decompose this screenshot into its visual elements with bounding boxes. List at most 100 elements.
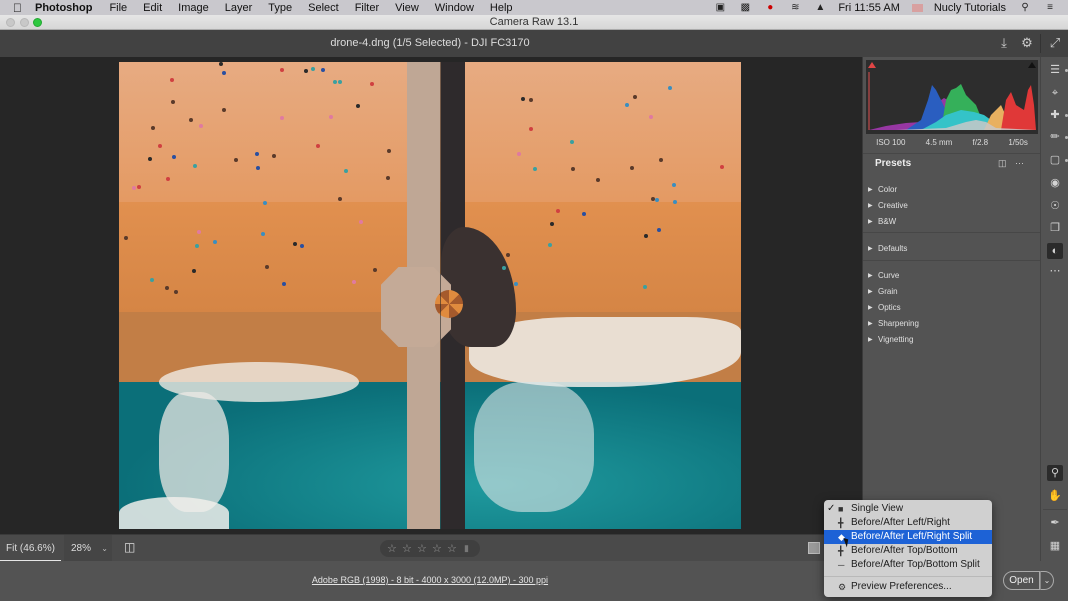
filmstrip-toggle-icon[interactable]: ◫ bbox=[124, 540, 138, 556]
menu-type[interactable]: Type bbox=[268, 2, 292, 14]
edit-sliders-icon[interactable]: ☰ bbox=[1047, 62, 1063, 78]
workflow-options-link[interactable]: Adobe RGB (1998) - 8 bit - 4000 x 3000 (… bbox=[0, 575, 860, 585]
settings-gear-icon[interactable]: ⚙ bbox=[1019, 35, 1035, 51]
chevron-down-icon: ⌄ bbox=[101, 544, 108, 553]
menu-item-single-view[interactable]: ✓ ■ Single View bbox=[824, 502, 992, 516]
expand-triangle-icon: ▶ bbox=[868, 304, 873, 311]
star-icon-1[interactable]: ☆ bbox=[387, 542, 402, 555]
preset-folder-grain[interactable]: ▶ Grain bbox=[863, 283, 1041, 299]
file-title: drone-4.dng (1/5 Selected) - DJI FC3170 bbox=[330, 37, 530, 49]
radial-filter-icon[interactable]: ◉ bbox=[1047, 175, 1063, 191]
display-icon[interactable]: ▩ bbox=[738, 2, 752, 13]
menubar-clock[interactable]: Fri 11:55 AM bbox=[838, 2, 900, 14]
menu-item-before-after-top-bottom-split[interactable]: ─ Before/After Top/Bottom Split bbox=[824, 558, 992, 572]
save-image-icon[interactable]: ⤓ bbox=[996, 35, 1012, 51]
zoom-tool-icon[interactable]: ⚲ bbox=[1047, 465, 1063, 481]
airplay-icon[interactable]: ▲ bbox=[813, 2, 827, 13]
flag-icon[interactable] bbox=[911, 3, 923, 12]
photo-beachgoer bbox=[292, 241, 297, 246]
photo-beachgoer bbox=[643, 233, 648, 238]
preset-folder-creative[interactable]: ▶ Creative bbox=[863, 197, 1041, 213]
new-preset-icon[interactable]: ◫ bbox=[998, 158, 1007, 169]
menu-item-preview-preferences[interactable]: ⚙ Preview Preferences... bbox=[824, 580, 992, 594]
menu-filter[interactable]: Filter bbox=[355, 2, 379, 14]
star-icon-4[interactable]: ☆ bbox=[432, 542, 447, 555]
photo-beachgoer bbox=[516, 152, 521, 157]
preset-folder-bw[interactable]: ▶ B&W bbox=[863, 213, 1041, 229]
menu-image[interactable]: Image bbox=[178, 2, 209, 14]
menu-select[interactable]: Select bbox=[308, 2, 339, 14]
canvas-bottom-toolbar: Fit (46.6%) 28% ⌄ ◫ ☆ ☆ ☆ ☆ ☆ ▮ bbox=[0, 534, 862, 562]
open-options-chevron-icon[interactable]: ⌄ bbox=[1040, 571, 1054, 590]
left-right-icon: ╋ bbox=[838, 518, 844, 528]
zoom-fit-button[interactable]: Fit (46.6%) bbox=[0, 535, 61, 562]
hand-tool-icon[interactable]: ✋ bbox=[1047, 488, 1063, 504]
adjustment-brush-icon[interactable]: ✏ bbox=[1047, 129, 1063, 145]
notification-center-icon[interactable]: ≡ bbox=[1043, 2, 1057, 13]
camera-raw-header: drone-4.dng (1/5 Selected) - DJI FC3170 … bbox=[0, 30, 1068, 57]
menu-edit[interactable]: Edit bbox=[143, 2, 162, 14]
preset-folder-color[interactable]: ▶ Color bbox=[863, 181, 1041, 197]
star-icon-5[interactable]: ☆ bbox=[447, 542, 462, 555]
red-eye-icon[interactable]: ☉ bbox=[1047, 198, 1063, 214]
more-tools-icon[interactable]: ⋯ bbox=[1047, 263, 1063, 279]
histogram bbox=[866, 60, 1038, 134]
before-after-split-line[interactable] bbox=[440, 62, 441, 529]
photo-beachgoer bbox=[720, 164, 725, 169]
photo-beachgoer bbox=[352, 279, 357, 284]
trash-icon[interactable]: ▮ bbox=[464, 543, 469, 554]
preset-folder-defaults[interactable]: ▶ Defaults bbox=[863, 240, 1041, 256]
screen-record-icon[interactable]: ● bbox=[763, 2, 777, 13]
photo-foam bbox=[159, 392, 229, 512]
menu-layer[interactable]: Layer bbox=[225, 2, 253, 14]
preset-folder-label: Vignetting bbox=[878, 334, 914, 344]
presets-panel-title: Presets bbox=[875, 158, 912, 169]
presets-icon[interactable]: ◐ bbox=[1047, 243, 1063, 259]
graduated-filter-icon[interactable]: ▢ bbox=[1047, 152, 1063, 168]
expand-triangle-icon: ▶ bbox=[868, 245, 873, 252]
open-button[interactable]: Open bbox=[1003, 571, 1040, 590]
photo-beachgoer bbox=[332, 80, 337, 85]
expand-triangle-icon: ▶ bbox=[868, 336, 873, 343]
menu-file[interactable]: File bbox=[109, 2, 127, 14]
wifi-icon[interactable]: ≋ bbox=[788, 2, 802, 13]
preset-folder-label: Grain bbox=[878, 286, 898, 296]
preset-folder-vignetting[interactable]: ▶ Vignetting bbox=[863, 331, 1041, 347]
photo-beachgoer bbox=[171, 154, 176, 159]
star-icon-2[interactable]: ☆ bbox=[402, 542, 417, 555]
menu-item-label: Preview Preferences... bbox=[851, 581, 952, 592]
camera-icon[interactable]: ▣ bbox=[713, 2, 727, 13]
healing-icon[interactable]: ✚ bbox=[1047, 107, 1063, 123]
preset-folder-curve[interactable]: ▶ Curve bbox=[863, 267, 1041, 283]
expand-triangle-icon: ▶ bbox=[868, 186, 873, 193]
fullscreen-toggle-icon[interactable]: ⤢ bbox=[1047, 35, 1063, 51]
spotlight-search-icon[interactable]: ⚲ bbox=[1018, 2, 1032, 13]
preset-folder-label: Defaults bbox=[878, 243, 908, 253]
exif-shutter: 1/50s bbox=[1008, 137, 1028, 147]
expand-triangle-icon: ▶ bbox=[868, 320, 873, 327]
top-bottom-split-icon: ─ bbox=[838, 560, 845, 570]
menu-view[interactable]: View bbox=[395, 2, 419, 14]
color-sampler-icon[interactable]: ✒ bbox=[1047, 515, 1063, 531]
menu-window[interactable]: Window bbox=[435, 2, 474, 14]
menu-item-before-after-left-right[interactable]: ╋ Before/After Left/Right bbox=[824, 516, 992, 530]
exif-iso: ISO 100 bbox=[876, 137, 906, 147]
photo-beachgoer bbox=[502, 265, 507, 270]
preset-folder-sharpening[interactable]: ▶ Sharpening bbox=[863, 315, 1041, 331]
photo-preview[interactable] bbox=[119, 62, 741, 529]
apple-icon[interactable]:  bbox=[13, 1, 27, 15]
preset-folder-optics[interactable]: ▶ Optics bbox=[863, 299, 1041, 315]
grid-overlay-icon[interactable]: ▦ bbox=[1047, 538, 1063, 554]
menu-app-photoshop[interactable]: Photoshop bbox=[35, 2, 92, 14]
snapshots-icon[interactable]: ❐ bbox=[1047, 220, 1063, 236]
menu-help[interactable]: Help bbox=[490, 2, 513, 14]
more-options-icon[interactable]: ⋯ bbox=[1015, 158, 1024, 169]
crop-icon[interactable]: ⌖ bbox=[1047, 85, 1063, 101]
photo-beachgoer bbox=[170, 99, 175, 104]
photo-beachgoer bbox=[320, 68, 325, 73]
menubar-user[interactable]: Nucly Tutorials bbox=[934, 2, 1006, 14]
zoom-level-dropdown[interactable]: 28% ⌄ bbox=[64, 535, 112, 562]
before-after-view-icon[interactable] bbox=[808, 542, 820, 554]
expand-triangle-icon: ▶ bbox=[868, 288, 873, 295]
star-icon-3[interactable]: ☆ bbox=[417, 542, 432, 555]
